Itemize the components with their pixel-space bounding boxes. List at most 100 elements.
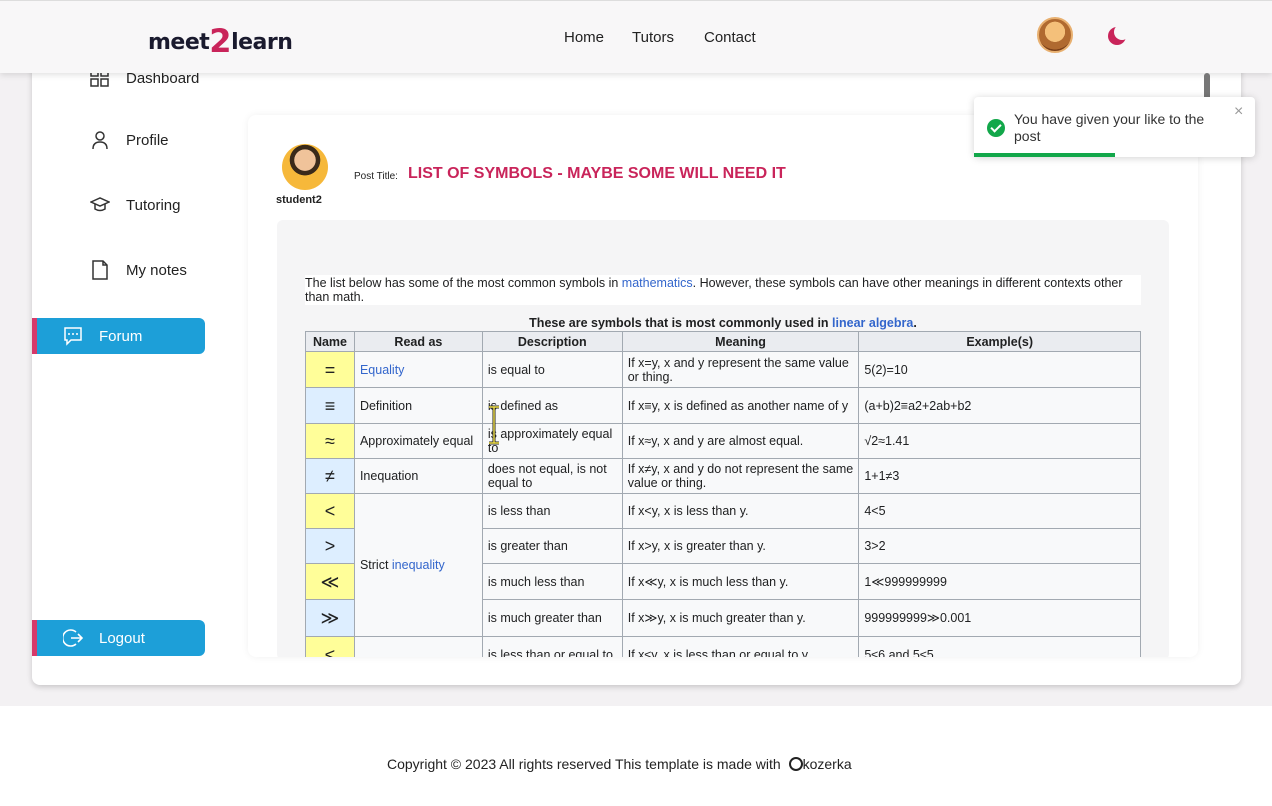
graduation-cap-icon	[89, 195, 111, 215]
read-as-cell: Inequation	[353, 458, 483, 494]
symbol-cell: ≫	[305, 599, 355, 637]
linear-algebra-link[interactable]: linear algebra	[832, 316, 913, 330]
symbol-cell: ≤	[305, 636, 355, 657]
strict-label: Strict	[359, 558, 392, 572]
post-panel: student2 Post Title: LIST OF SYMBOLS - M…	[248, 115, 1198, 657]
symbol-cell: >	[305, 528, 355, 564]
header-description: Description	[481, 331, 623, 352]
header-examples: Example(s)	[858, 331, 1141, 352]
meaning-cell: If x≠y, x and y do not represent the sam…	[621, 458, 860, 494]
example-cell: 1≪999999999	[858, 563, 1141, 600]
user-icon	[90, 130, 110, 150]
toast-message: You have given your like to the post	[1014, 111, 1205, 144]
symbol-cell: ≠	[305, 458, 355, 494]
post-author[interactable]: student2	[276, 194, 322, 206]
table-row: ≈ Approximately equal is approximately e…	[305, 423, 1141, 459]
description-cell: is less than	[481, 493, 623, 529]
description-cell: is greater than	[481, 528, 623, 564]
meaning-cell: If x≪y, x is much less than y.	[621, 563, 860, 600]
description-cell: is approximately equal to	[481, 423, 623, 459]
example-cell: 5(2)=10	[858, 351, 1141, 388]
example-cell: 4<5	[858, 493, 1141, 529]
table-row: = Equality is equal to If x=y, x and y r…	[305, 351, 1141, 388]
nav-tutors-link[interactable]: Tutors	[632, 29, 674, 46]
meaning-cell: If x≈y, x and y are almost equal.	[621, 423, 860, 459]
read-as-cell: Definition	[353, 387, 483, 424]
meaning-cell: If x<y, x is less than y.	[621, 493, 860, 529]
logo-two: 2	[209, 22, 232, 60]
sidebar-item-label: Profile	[126, 131, 169, 149]
example-cell: 3>2	[858, 528, 1141, 564]
check-circle-icon	[987, 119, 1005, 137]
chat-icon	[63, 326, 83, 346]
post-title-label: Post Title:	[354, 171, 398, 182]
symbol-cell: ≪	[305, 563, 355, 600]
sidebar-item-forum[interactable]: Forum	[32, 318, 205, 354]
sidebar-item-label: Forum	[99, 327, 143, 345]
example-cell: 1+1≠3	[858, 458, 1141, 494]
meaning-cell: If x≡y, x is defined as another name of …	[621, 387, 860, 424]
top-navigation: meet2learn Home Tutors Contact	[0, 0, 1272, 73]
table-row: ≡ Definition is defined as If x≡y, x is …	[305, 387, 1141, 424]
nav-contact-link[interactable]: Contact	[704, 29, 756, 46]
symbol-cell: ≡	[305, 387, 355, 424]
example-cell: 999999999≫0.001	[858, 599, 1141, 637]
strict-inequality-cell: Strict inequality	[353, 493, 483, 637]
nav-home-link[interactable]: Home	[564, 29, 604, 46]
author-avatar[interactable]	[282, 144, 328, 190]
intro-text: The list below has some of the most comm…	[305, 276, 622, 290]
table-caption: These are symbols that is most commonly …	[305, 316, 1141, 330]
description-cell: is much greater than	[481, 599, 623, 637]
header-meaning: Meaning	[621, 331, 860, 352]
footer-text: Copyright © 2023 All rights reserved Thi…	[387, 756, 785, 772]
github-icon	[788, 757, 803, 771]
sidebar-item-tutoring[interactable]: Tutoring	[89, 195, 180, 215]
header-name: Name	[305, 331, 355, 352]
footer-brand-link[interactable]: kozerka	[803, 756, 852, 772]
example-cell: 5≤6 and 5≤5	[858, 636, 1141, 657]
read-as-cell: Approximately equal	[353, 423, 483, 459]
toast-close-button[interactable]: ×	[1234, 103, 1243, 121]
meaning-cell: If x≫y, x is much greater than y.	[621, 599, 860, 637]
description-cell: is much less than	[481, 563, 623, 600]
table-header-row: Name Read as Description Meaning Example…	[305, 331, 1141, 352]
example-cell: (a+b)2≡a2+2ab+b2	[858, 387, 1141, 424]
description-cell: is less than or equal to	[481, 636, 623, 657]
note-icon	[90, 260, 110, 280]
logout-button[interactable]: Logout	[32, 620, 205, 656]
symbol-cell: =	[305, 351, 355, 388]
logout-label: Logout	[99, 629, 145, 647]
footer: Copyright © 2023 All rights reserved Thi…	[387, 756, 852, 772]
text-cursor-icon	[489, 405, 499, 445]
logo-prefix: meet	[148, 30, 210, 55]
post-content: The list below has some of the most comm…	[277, 220, 1169, 657]
symbols-table: Name Read as Description Meaning Example…	[305, 331, 1141, 657]
sidebar-item-profile[interactable]: Profile	[90, 130, 169, 150]
description-cell: is defined as	[481, 387, 623, 424]
moon-icon[interactable]	[1108, 24, 1130, 45]
symbol-cell: <	[305, 493, 355, 529]
meaning-cell: If x=y, x and y represent the same value…	[621, 351, 860, 388]
post-title: LIST OF SYMBOLS - MAYBE SOME WILL NEED I…	[408, 165, 786, 182]
meaning-cell: If x≤y, x is less than or equal to y.	[621, 636, 860, 657]
inequality-link[interactable]: inequality	[392, 558, 445, 572]
read-as-cell	[353, 636, 483, 657]
user-avatar[interactable]	[1037, 17, 1073, 53]
table-row: ≠ Inequation does not equal, is not equa…	[305, 458, 1141, 494]
symbol-cell: ≈	[305, 423, 355, 459]
caption-end: .	[913, 316, 917, 330]
mathematics-link[interactable]: mathematics	[622, 276, 693, 290]
read-as-cell: Equality	[353, 351, 483, 388]
header-read-as: Read as	[353, 331, 483, 352]
logo-suffix: learn	[231, 30, 293, 55]
logo[interactable]: meet2learn	[148, 19, 293, 60]
sidebar-item-my-notes[interactable]: My notes	[90, 260, 187, 280]
logout-icon	[61, 628, 84, 648]
table-row: < Strict inequality is less than If x<y,…	[305, 493, 1141, 637]
sidebar-item-label: My notes	[126, 261, 187, 279]
toast-progress-bar	[974, 153, 1115, 157]
equality-link[interactable]: Equality	[360, 363, 404, 377]
like-toast: You have given your like to the post ×	[974, 97, 1255, 157]
description-cell: is equal to	[481, 351, 623, 388]
example-cell: √2≈1.41	[858, 423, 1141, 459]
